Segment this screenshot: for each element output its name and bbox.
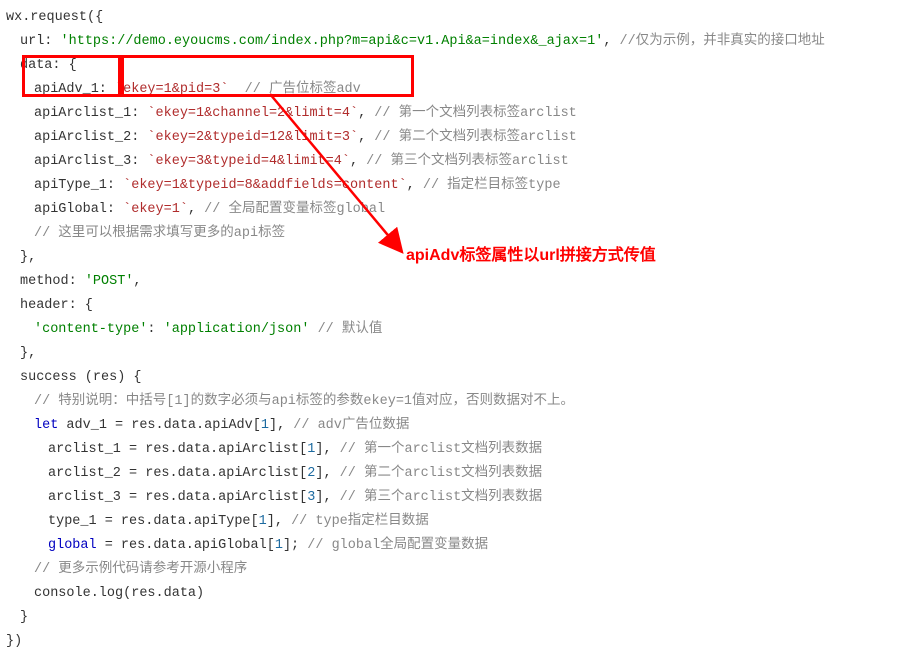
code-line: apiArclist_2: `ekey=2&typeid=12&limit=3`… <box>6 126 913 150</box>
code-line: let adv_1 = res.data.apiAdv[1], // adv广告… <box>6 414 913 438</box>
code-line: apiType_1: `ekey=1&typeid=8&addfields=co… <box>6 174 913 198</box>
code-line: }, <box>6 342 913 366</box>
code-line: console.log(res.data) <box>6 582 913 606</box>
code-line: arclist_2 = res.data.apiArclist[2], // 第… <box>6 462 913 486</box>
code-line: apiGlobal: `ekey=1`, // 全局配置变量标签global <box>6 198 913 222</box>
code-line: method: 'POST', <box>6 270 913 294</box>
code-line: header: { <box>6 294 913 318</box>
code-line: data: { <box>6 54 913 78</box>
code-line: url: 'https://demo.eyoucms.com/index.php… <box>6 30 913 54</box>
code-line: // 这里可以根据需求填写更多的api标签 <box>6 222 913 246</box>
code-line: apiArclist_1: `ekey=1&channel=2&limit=4`… <box>6 102 913 126</box>
code-line: } <box>6 606 913 630</box>
code-line: apiArclist_3: `ekey=3&typeid=4&limit=4`,… <box>6 150 913 174</box>
code-block: wx.request({ url: 'https://demo.eyoucms.… <box>6 6 913 654</box>
code-line: success (res) { <box>6 366 913 390</box>
code-line: arclist_1 = res.data.apiArclist[1], // 第… <box>6 438 913 462</box>
code-line: arclist_3 = res.data.apiArclist[3], // 第… <box>6 486 913 510</box>
code-line: apiAdv_1: `ekey=1&pid=3` // 广告位标签adv <box>6 78 913 102</box>
code-line: 'content-type': 'application/json' // 默认… <box>6 318 913 342</box>
code-line: }) <box>6 630 913 654</box>
annotation-text: apiAdv标签属性以url拼接方式传值 <box>406 244 656 268</box>
code-line: // 更多示例代码请参考开源小程序 <box>6 558 913 582</box>
code-line: type_1 = res.data.apiType[1], // type指定栏… <box>6 510 913 534</box>
code-line: // 特别说明：中括号[1]的数字必须与api标签的参数ekey=1值对应，否则… <box>6 390 913 414</box>
code-line: wx.request({ <box>6 6 913 30</box>
code-line: global = res.data.apiGlobal[1]; // globa… <box>6 534 913 558</box>
